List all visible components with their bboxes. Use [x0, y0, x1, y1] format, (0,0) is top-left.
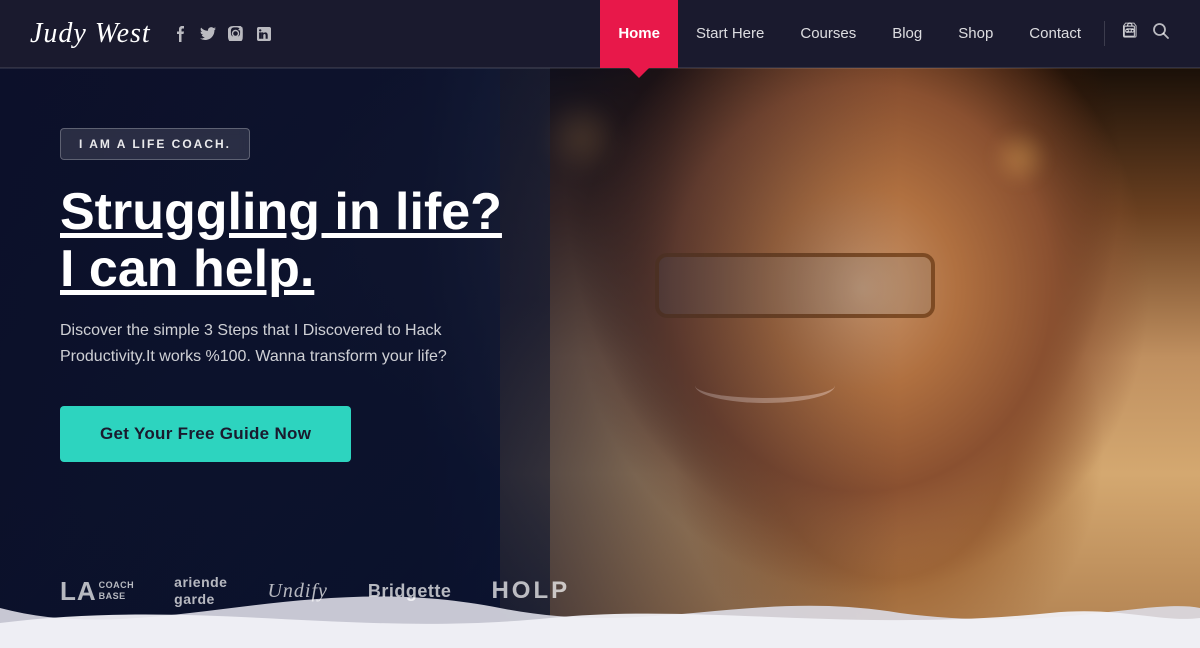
nav-contact[interactable]: Contact — [1011, 0, 1099, 68]
nav-home[interactable]: Home — [600, 0, 678, 68]
site-logo[interactable]: Judy West — [30, 18, 151, 50]
brand-bridgette: Bridgette — [368, 581, 452, 602]
brand-logos: LA COACHBASE ariendegarde Undify Bridget… — [60, 574, 570, 608]
linkedin-icon[interactable] — [255, 25, 273, 43]
brand-holp: HOLP — [491, 577, 570, 605]
brand-undify: Undify — [267, 580, 327, 603]
brand-la-coach-base: LA COACHBASE — [60, 578, 134, 604]
nav-shop[interactable]: Shop — [940, 0, 1011, 68]
navbar-left: Judy West — [30, 18, 273, 50]
hero-content: I AM A LIFE COACH. Struggling in life?I … — [0, 68, 1200, 648]
hero-subtitle: Discover the simple 3 Steps that I Disco… — [60, 318, 500, 369]
nav-items: Home Start Here Courses Blog Shop Contac… — [600, 0, 1099, 68]
twitter-icon[interactable] — [199, 25, 217, 43]
nav-action-icons — [1104, 21, 1170, 46]
nav-blog[interactable]: Blog — [874, 0, 940, 68]
nav-start-here[interactable]: Start Here — [678, 0, 782, 68]
nav-courses[interactable]: Courses — [782, 0, 874, 68]
hero-section: I AM A LIFE COACH. Struggling in life?I … — [0, 68, 1200, 648]
navbar: Judy West — [0, 0, 1200, 68]
hero-badge: I AM A LIFE COACH. — [60, 128, 250, 160]
cart-icon[interactable] — [1120, 21, 1140, 46]
hero-title: Struggling in life?I can help. — [60, 184, 580, 298]
navbar-right: Home Start Here Courses Blog Shop Contac… — [600, 0, 1170, 68]
instagram-icon[interactable] — [227, 25, 245, 43]
facebook-icon[interactable] — [171, 25, 189, 43]
brand-ariende-garde: ariendegarde — [174, 574, 227, 608]
cta-button[interactable]: Get Your Free Guide Now — [60, 406, 351, 462]
search-icon[interactable] — [1152, 22, 1170, 45]
nav-divider — [0, 68, 1200, 69]
social-icons — [171, 25, 273, 43]
